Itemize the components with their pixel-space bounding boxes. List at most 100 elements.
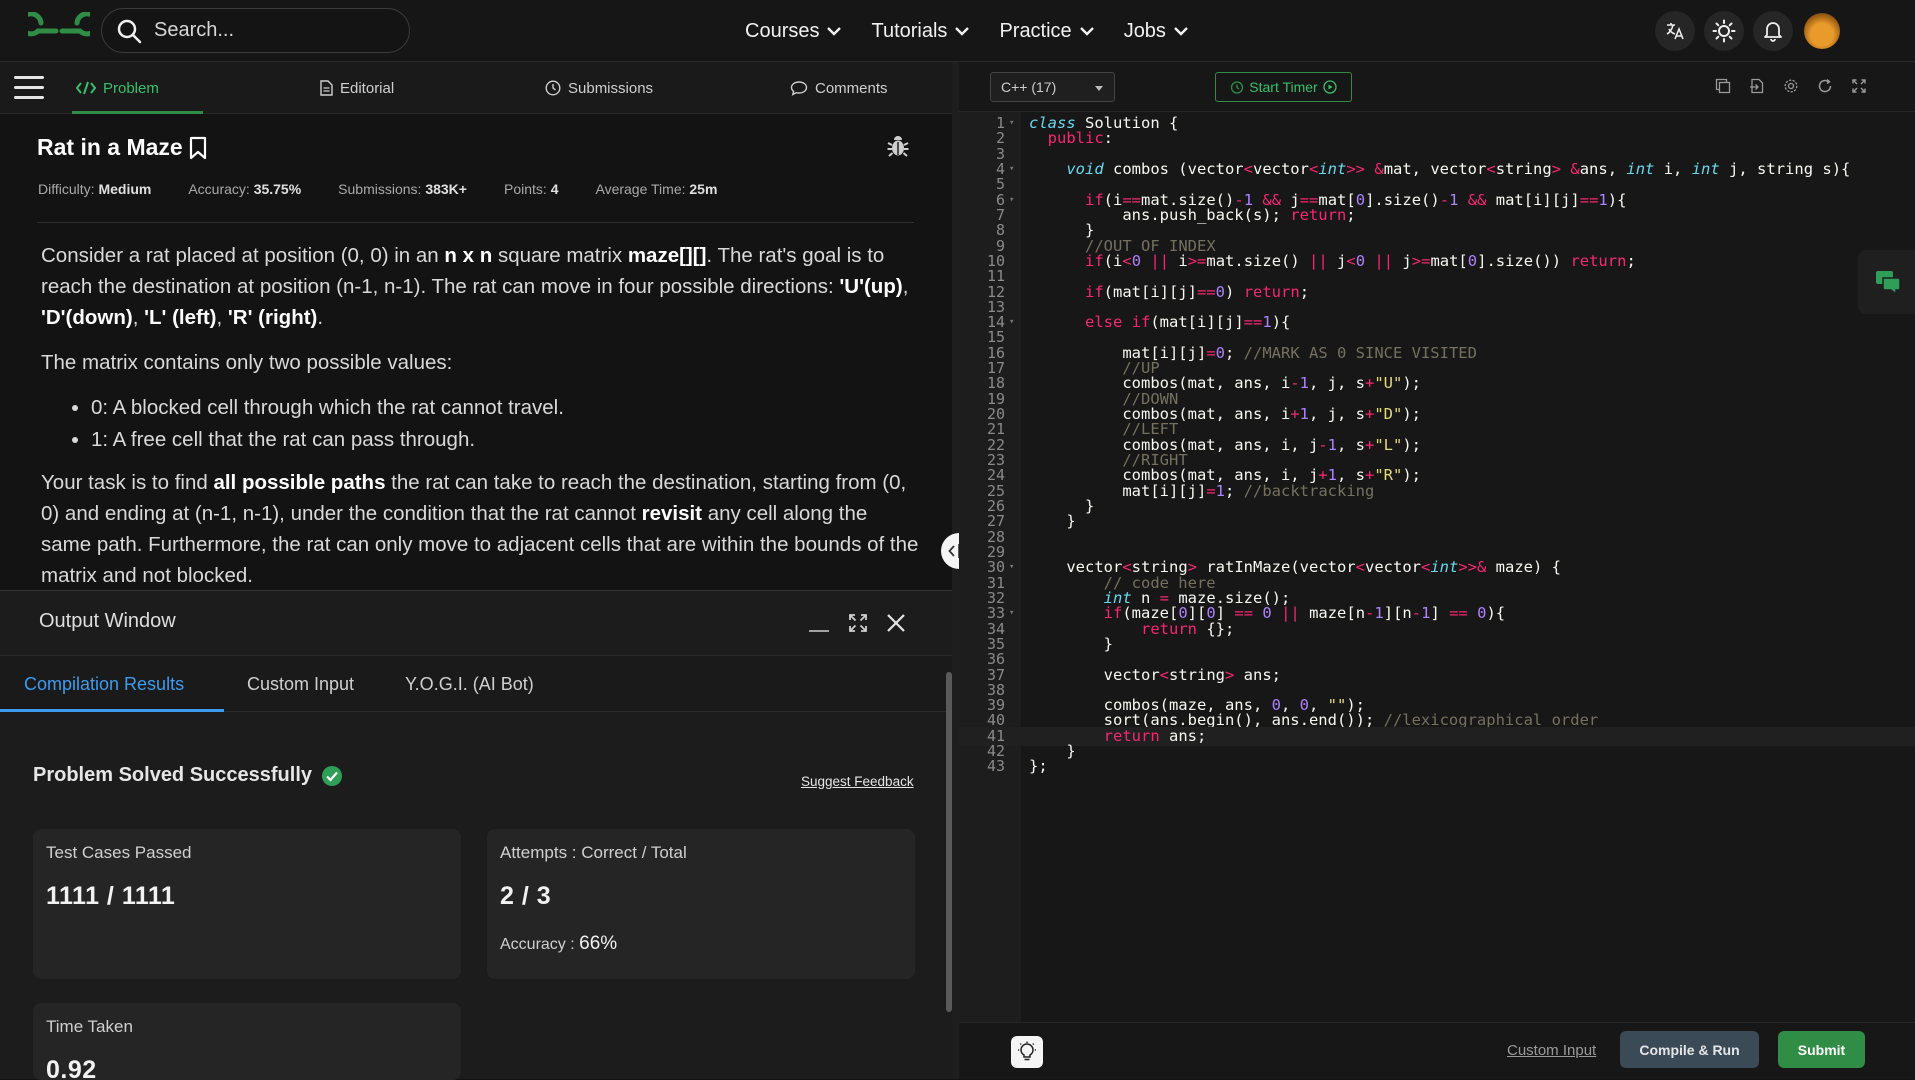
code-editor[interactable]: 1 ▾ class Solution {2 public: 3 4 ▾ void comb… xyxy=(959,112,1915,1022)
chevron-down-icon xyxy=(827,26,842,36)
attempts-card: Attempts : Correct / Total 2 / 3 Accurac… xyxy=(487,829,915,979)
chat-button[interactable] xyxy=(1858,250,1915,314)
nav-courses[interactable]: Courses xyxy=(745,20,842,43)
tab-problem[interactable]: Problem xyxy=(72,62,203,114)
menu-icon[interactable] xyxy=(14,76,44,100)
fullscreen-icon xyxy=(1852,79,1866,93)
code-line[interactable]: 43}; xyxy=(959,757,1915,776)
main-nav: Courses Tutorials Practice Jobs xyxy=(745,0,1218,62)
problem-title: Rat in a Maze xyxy=(37,134,207,161)
time-taken-label: Time Taken xyxy=(46,1017,133,1036)
attempts-value: 2 / 3 xyxy=(500,882,552,910)
sun-icon xyxy=(1712,19,1736,43)
theme-toggle-button[interactable] xyxy=(1704,11,1744,51)
tab-compilation-results[interactable]: Compilation Results xyxy=(24,656,184,712)
problem-tabs: Problem Editorial Submissions Comments xyxy=(0,62,956,114)
bookmark-icon[interactable] xyxy=(189,136,207,160)
panel-divider[interactable] xyxy=(952,62,959,1079)
bell-icon xyxy=(1764,22,1782,42)
values-list: 0: A blocked cell through which the rat … xyxy=(91,392,921,455)
meta-accuracy: Accuracy: 35.75% xyxy=(188,181,302,197)
bug-report-icon[interactable] xyxy=(886,134,910,158)
editor-toolbar: C++ (17) Start Timer xyxy=(959,62,1915,112)
file-import-icon xyxy=(1750,78,1764,94)
line-number: 43 xyxy=(986,757,1005,776)
minimize-button[interactable] xyxy=(808,613,830,638)
tab-comments-label: Comments xyxy=(815,79,888,97)
tab-problem-label: Problem xyxy=(103,79,159,97)
copy-button[interactable] xyxy=(1715,78,1731,99)
lightbulb-icon xyxy=(1018,1041,1036,1061)
reset-button[interactable] xyxy=(1817,78,1833,99)
clock-icon xyxy=(545,80,561,96)
nav-jobs[interactable]: Jobs xyxy=(1124,20,1188,43)
gfg-logo[interactable] xyxy=(28,12,90,50)
code-icon xyxy=(76,81,96,95)
output-window: Output Window Compilation Results Custom… xyxy=(0,590,952,1080)
tab-comments[interactable]: Comments xyxy=(790,62,888,114)
fullscreen-button[interactable] xyxy=(1851,78,1867,99)
chat-icon xyxy=(1876,271,1901,295)
divider-line xyxy=(37,222,914,223)
refresh-icon xyxy=(1818,78,1832,93)
attempts-label: Attempts : Correct / Total xyxy=(500,843,687,862)
nav-practice[interactable]: Practice xyxy=(999,19,1094,43)
notifications-button[interactable] xyxy=(1753,11,1793,51)
translate-icon xyxy=(1666,23,1684,40)
expand-button[interactable] xyxy=(848,613,868,638)
comment-icon xyxy=(790,81,808,96)
start-timer-button[interactable]: Start Timer xyxy=(1215,72,1352,102)
description-paragraph: Consider a rat placed at position (0, 0)… xyxy=(41,244,909,329)
play-icon xyxy=(1323,80,1337,94)
output-title: Output Window xyxy=(39,610,176,632)
tab-editorial[interactable]: Editorial xyxy=(320,62,394,114)
check-circle-icon xyxy=(322,765,342,786)
meta-difficulty: Difficulty: Medium xyxy=(38,181,152,197)
problem-description: Consider a rat placed at position (0, 0)… xyxy=(41,240,921,605)
settings-button[interactable] xyxy=(1783,78,1799,99)
test-cases-card: Test Cases Passed 1111 / 1111 xyxy=(33,829,461,979)
translate-button[interactable] xyxy=(1655,11,1695,51)
close-icon xyxy=(887,614,905,632)
minimize-icon xyxy=(809,630,829,632)
tab-submissions-label: Submissions xyxy=(568,79,654,97)
attempts-accuracy: Accuracy : 66% xyxy=(500,933,618,954)
caret-down-icon xyxy=(1095,86,1103,91)
meta-average-time: Average Time: 25m xyxy=(595,181,718,197)
tab-yogi-ai-bot[interactable]: Y.O.G.I. (AI Bot) xyxy=(405,656,534,712)
meta-points: Points: 4 xyxy=(503,181,559,197)
suggest-feedback-link[interactable]: Suggest Feedback xyxy=(801,774,914,789)
tab-submissions[interactable]: Submissions xyxy=(545,62,653,114)
nav-jobs-label: Jobs xyxy=(1123,19,1166,42)
editor-panel: C++ (17) Start Timer 1 ▾ class Solution {2… xyxy=(959,62,1915,1079)
problem-title-text: Rat in a Maze xyxy=(37,134,183,160)
chevron-down-icon xyxy=(1174,26,1188,36)
language-select[interactable]: C++ (17) xyxy=(990,72,1115,102)
timer-icon xyxy=(1231,81,1244,94)
search-icon xyxy=(117,19,142,43)
user-avatar[interactable] xyxy=(1804,13,1840,49)
nav-practice-label: Practice xyxy=(999,19,1072,42)
time-taken-value: 0.92 xyxy=(46,1056,97,1080)
search-input[interactable]: Search... xyxy=(154,19,234,42)
result-status-text: Problem Solved Successfully xyxy=(33,764,312,786)
tab-editorial-label: Editorial xyxy=(340,79,395,97)
tab-custom-input[interactable]: Custom Input xyxy=(247,656,354,712)
copy-icon xyxy=(1715,78,1731,94)
import-button[interactable] xyxy=(1749,78,1765,99)
nav-tutorials-label: Tutorials xyxy=(871,19,948,42)
custom-input-link[interactable]: Custom Input xyxy=(1507,1042,1596,1059)
chevron-down-icon xyxy=(1079,26,1094,36)
chevron-down-icon xyxy=(955,26,970,36)
expand-icon xyxy=(849,614,867,632)
top-icon-group xyxy=(1646,11,1840,51)
compile-run-button[interactable]: Compile & Run xyxy=(1620,1031,1759,1068)
editor-bottom-bar: Custom Input Compile & Run Submit xyxy=(959,1022,1915,1079)
submit-button[interactable]: Submit xyxy=(1778,1031,1865,1068)
hint-button[interactable] xyxy=(1011,1036,1043,1068)
list-item: 0: A blocked cell through which the rat … xyxy=(91,392,921,423)
result-status: Problem Solved Successfully xyxy=(33,764,343,787)
search-bar[interactable]: Search... xyxy=(101,8,410,53)
close-button[interactable] xyxy=(886,613,906,638)
nav-tutorials[interactable]: Tutorials xyxy=(871,19,970,43)
